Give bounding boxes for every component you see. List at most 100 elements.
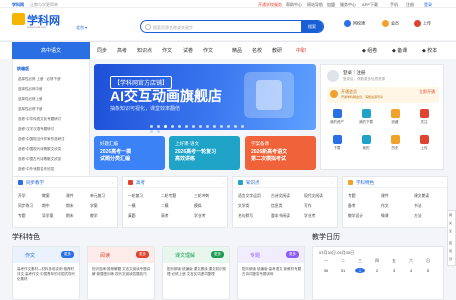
section-link[interactable]: 期末 (66, 214, 74, 219)
chevron-right-icon[interactable]: › (332, 180, 333, 185)
carousel-dot[interactable] (178, 125, 181, 128)
chevron-right-icon[interactable]: › (112, 180, 113, 185)
sidebar-item[interactable]: 选修·中外戏剧名作欣赏 (18, 167, 54, 172)
section-link[interactable]: 高考 (161, 214, 169, 219)
chevron-right-icon[interactable]: › (222, 180, 223, 185)
section-link[interactable]: 开学 (18, 194, 26, 199)
nav-item-research[interactable]: 教研 (272, 47, 282, 54)
carousel-dot[interactable] (157, 130, 160, 133)
section-link[interactable]: 专题 (348, 194, 356, 199)
section-link[interactable]: 学业考 (194, 214, 205, 219)
carousel-dot[interactable] (199, 125, 202, 128)
sidebar-item[interactable]: 选择性必修上册 (18, 97, 43, 102)
floating-toolbar[interactable]: 网 关 注 回 到 顶 (447, 210, 456, 266)
feature-card[interactable]: 课文理解 更多 配乐朗读·统编版 课文朗读 课文知识梳理·必修上册 文言实词虚词整… (162, 246, 230, 300)
section-link[interactable]: 名句默写 (238, 214, 253, 219)
header-vip-button[interactable]: 会员 (382, 20, 412, 32)
section-link[interactable]: 整本书阅读 (271, 214, 290, 219)
sidebar-item[interactable]: 选择性必修 上册 · 必修下册 (18, 77, 61, 82)
calendar-date[interactable]: 5 (423, 268, 433, 273)
float-item[interactable]: 注 (449, 229, 452, 233)
carousel-dot[interactable] (150, 130, 153, 133)
section-link[interactable]: 模拟 (194, 204, 202, 209)
nav-item-famous-school[interactable]: 名校 (252, 47, 262, 54)
calendar-date[interactable]: 3 (389, 268, 399, 273)
carousel-dot[interactable] (227, 125, 230, 128)
nav-item-vocational[interactable]: 中职 (296, 47, 306, 54)
calendar-range[interactable]: 03月30日-04月05日 (319, 250, 354, 256)
header-school-button[interactable]: 网校通 (344, 20, 374, 32)
site-logo[interactable]: 学科网 www.zxxk.com (12, 12, 72, 34)
section-title[interactable]: 学科特色 (356, 180, 374, 186)
user-grid-follow[interactable]: 关注 (412, 109, 436, 125)
user-grid-mine[interactable]: 我的 (354, 135, 378, 151)
feature-card-text[interactable]: 高考作文素材—材料多用实例·推荐时评文 高考作文·中国青年的中国式现代化素材 (17, 267, 77, 282)
section-link[interactable]: 备考 (348, 204, 356, 209)
sidebar-item[interactable]: 选修·中国现当代作家作品研讨 (18, 137, 65, 142)
section-link[interactable]: 二模 (161, 204, 169, 209)
vip-promo[interactable]: 开通会员 开通学科网会员，海量资源尽享 立即开通 (327, 87, 439, 103)
section-link[interactable]: 课件 (66, 194, 74, 199)
nav-item-premium[interactable]: 精品 (232, 47, 242, 54)
promo-card[interactable]: 上好课·语文 2026高考一轮复习 高效讲练 (169, 136, 240, 170)
carousel-dot[interactable] (241, 125, 244, 128)
float-item[interactable]: 回 (449, 241, 452, 245)
nav-item-zujuan[interactable]: ◆ 组卷 (362, 47, 377, 54)
vip-open-button[interactable]: 立即开通 (419, 89, 435, 95)
carousel-dot[interactable] (185, 125, 188, 128)
feature-more-button[interactable]: 更多 (211, 251, 224, 258)
chevron-right-icon[interactable]: › (442, 180, 443, 185)
sidebar-item[interactable]: 选修·中国现代诗歌散文欣赏 (18, 147, 61, 152)
feature-card[interactable]: 阅读 更多 知识选串·推荐解题 文言文阅读专题讲解·新题型训练 现代文阅读答题技巧 (87, 246, 155, 300)
top-link-join[interactable]: 加盟 (327, 2, 335, 8)
sidebar-item[interactable]: 选修·汉字汉语专题研讨 (18, 127, 54, 132)
sidebar-item[interactable]: 选修·中国古代诗歌散文欣赏 (18, 157, 61, 162)
section-link[interactable]: 二轮专题 (161, 194, 176, 199)
calendar-date[interactable]: 30 (321, 268, 331, 273)
nav-item-sync[interactable]: 同步 (97, 47, 107, 54)
section-link[interactable]: 单元复习 (90, 194, 105, 199)
carousel-dot[interactable] (157, 125, 160, 128)
feature-card[interactable]: 作文 更多 高考作文素材—材料多用实例·推荐时评文 高考作文·中国青年的中国式现代… (12, 246, 80, 300)
carousel-dot[interactable] (206, 125, 209, 128)
carousel-dot[interactable] (164, 125, 167, 128)
feature-more-button[interactable]: 更多 (286, 251, 299, 258)
section-link[interactable]: 古诗文阅读 (271, 194, 290, 199)
float-item[interactable]: 关 (449, 221, 452, 225)
feature-more-button[interactable]: 更多 (61, 251, 74, 258)
sidebar-item[interactable]: 选修·中华传统文化专题研讨 (18, 117, 61, 122)
carousel-dot[interactable] (192, 125, 195, 128)
section-link[interactable]: 教学设计 (348, 214, 363, 219)
calendar-date[interactable]: 2 (372, 268, 382, 273)
section-link[interactable]: 课文朗读 (414, 194, 429, 199)
user-grid-favorites[interactable]: 收藏 (383, 109, 407, 125)
feature-card-text[interactable]: 知识选串·推荐解题 文言文阅读专题讲解·新题型训练 现代文阅读答题技巧 (92, 267, 152, 277)
section-title[interactable]: 同步教学 (26, 180, 44, 186)
sidebar-item[interactable]: 选择性必修下册 (18, 107, 43, 112)
top-link-service[interactable]: 服务中心 (340, 2, 356, 8)
sidebar-item[interactable]: 选择性必修中册 (18, 87, 43, 92)
section-link[interactable]: 导学案 (42, 214, 53, 219)
top-brand[interactable]: 学科网 (12, 2, 24, 8)
header-upload-button[interactable]: 上传 (414, 20, 444, 32)
section-link[interactable]: 专题 (18, 214, 26, 219)
category-button[interactable]: 高中语文 (12, 42, 90, 60)
top-link-login[interactable]: 登录 (424, 2, 432, 8)
section-link[interactable]: 学案 (90, 204, 98, 209)
user-grid-downloads[interactable]: 我的下载 (354, 109, 378, 125)
search-input[interactable]: 搜索资源名称或关键字 (153, 25, 193, 31)
top-link-help[interactable]: 帮助中心 (286, 2, 302, 8)
feature-card-text[interactable]: 配乐朗读 统编版·高考语文 新教材专题 古诗词鉴赏专题训练 (242, 267, 302, 277)
section-link[interactable]: 三轮冲刺 (194, 194, 209, 199)
calendar-date[interactable]: 4 (406, 268, 416, 273)
nav-item-beike[interactable]: ◆ 备课 (392, 47, 407, 54)
top-link-school-service[interactable]: 开通学校服务 (258, 2, 282, 8)
section-title[interactable]: 高考 (136, 180, 145, 186)
top-link-app[interactable]: APP下载 (362, 2, 378, 8)
carousel-dot[interactable] (234, 125, 237, 128)
section-link[interactable]: 同步练习 (18, 204, 33, 209)
section-link[interactable]: 微课 (381, 214, 389, 219)
feature-card-text[interactable]: 配乐朗读·统编版 课文朗读 课文知识梳理·必修上册 文言实词虚词整理 (167, 267, 227, 277)
calendar-date-selected[interactable]: 1 (355, 268, 365, 273)
section-link[interactable]: 期中 (42, 204, 50, 209)
